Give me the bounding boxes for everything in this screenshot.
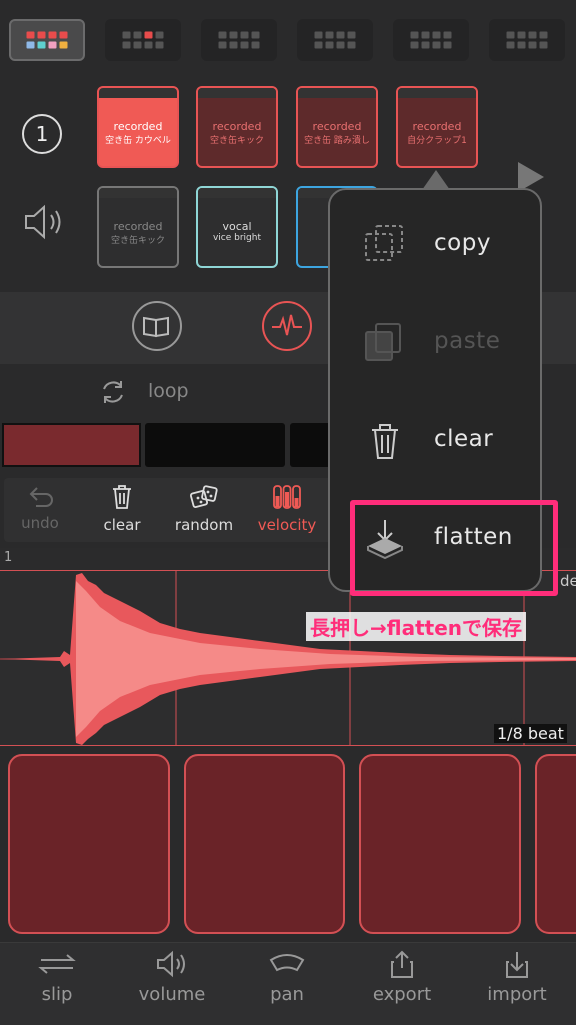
pattern-grid-icon bbox=[218, 31, 260, 49]
track-number: 1 bbox=[35, 122, 49, 146]
menu-pointer bbox=[422, 170, 450, 190]
pad-marker-bar bbox=[198, 88, 276, 98]
pad-marker-bar bbox=[99, 88, 177, 98]
sample-pad-3[interactable]: recorded 空き缶 踏み潰し bbox=[296, 86, 378, 168]
pattern-grid-icon bbox=[506, 31, 548, 49]
sample-pad-1[interactable]: recorded 空き缶 カウベル bbox=[97, 86, 179, 168]
drum-pad-1[interactable] bbox=[8, 754, 170, 934]
pad-title: vocal bbox=[222, 220, 252, 233]
drum-pad-4[interactable] bbox=[535, 754, 576, 934]
drum-pad-2[interactable] bbox=[184, 754, 345, 934]
undo-label: undo bbox=[21, 514, 59, 532]
pulse-icon bbox=[272, 314, 302, 336]
volume-icon bbox=[157, 950, 185, 978]
waveform-editor[interactable] bbox=[0, 570, 576, 746]
export-button[interactable]: export bbox=[357, 950, 447, 1005]
clear-tool-button[interactable]: clear bbox=[82, 484, 162, 534]
book-icon bbox=[143, 316, 169, 338]
pad-title: recorded bbox=[312, 120, 362, 133]
pad-subtitle: 自分クラップ1 bbox=[407, 136, 467, 146]
pattern-tab-1[interactable] bbox=[9, 19, 85, 61]
pattern-tab-4[interactable] bbox=[297, 19, 373, 61]
slip-button[interactable]: slip bbox=[12, 950, 102, 1005]
pad-subtitle: 空き缶 カウベル bbox=[105, 136, 171, 146]
pattern-bar-1[interactable] bbox=[2, 423, 141, 467]
trash-icon bbox=[372, 424, 398, 459]
edge-label: de bbox=[560, 572, 576, 590]
sample-pad-4[interactable]: recorded 自分クラップ1 bbox=[396, 86, 478, 168]
import-label: import bbox=[487, 984, 547, 1005]
waveform-button[interactable] bbox=[262, 301, 312, 351]
pad-title: recorded bbox=[113, 220, 163, 233]
pad-marker-bar bbox=[99, 188, 177, 198]
sample-pad-6[interactable]: vocal vice bright bbox=[196, 186, 278, 268]
sample-pad-2[interactable]: recorded 空き缶キック bbox=[196, 86, 278, 168]
flatten-highlight-box bbox=[350, 500, 558, 596]
pad-subtitle: 空き缶キック bbox=[110, 236, 165, 246]
undo-icon bbox=[29, 487, 53, 507]
pad-title: recorded bbox=[412, 120, 462, 133]
library-button[interactable] bbox=[132, 301, 182, 351]
pattern-bar-2[interactable] bbox=[145, 423, 285, 467]
velocity-icon bbox=[273, 485, 301, 509]
trash-icon bbox=[113, 485, 131, 509]
menu-item-clear[interactable]: clear bbox=[330, 400, 540, 480]
pattern-tab-6[interactable] bbox=[489, 19, 565, 61]
pad-title: recorded bbox=[113, 120, 163, 133]
menu-label-copy: copy bbox=[434, 230, 491, 256]
undo-button[interactable]: undo bbox=[0, 484, 80, 532]
menu-label-clear: clear bbox=[434, 426, 494, 452]
track-number-button[interactable]: 1 bbox=[22, 114, 62, 154]
speaker-icon[interactable] bbox=[22, 202, 66, 246]
menu-label-paste: paste bbox=[434, 328, 501, 354]
import-icon bbox=[506, 952, 528, 978]
dice-icon bbox=[189, 485, 218, 509]
velocity-button[interactable]: velocity bbox=[247, 484, 327, 534]
annotation-text: 長押し→flattenで保存 bbox=[306, 612, 527, 641]
velocity-label: velocity bbox=[257, 516, 317, 534]
random-label: random bbox=[174, 516, 234, 534]
volume-button[interactable]: volume bbox=[127, 950, 217, 1005]
paste-icon bbox=[365, 323, 401, 361]
pattern-grid-icon bbox=[26, 31, 68, 49]
pattern-tab-5[interactable] bbox=[393, 19, 469, 61]
pan-icon bbox=[269, 954, 305, 972]
pad-marker-bar bbox=[198, 188, 276, 198]
pattern-grid-icon bbox=[314, 31, 356, 49]
copy-icon bbox=[365, 225, 403, 261]
sample-pad-5[interactable]: recorded 空き缶キック bbox=[97, 186, 179, 268]
pad-subtitle: vice bright bbox=[212, 233, 262, 243]
slip-label: slip bbox=[41, 984, 73, 1005]
menu-item-paste: paste bbox=[330, 302, 540, 382]
beat-label: 1/8 beat bbox=[494, 724, 567, 743]
random-button[interactable]: random bbox=[164, 484, 244, 534]
pan-button[interactable]: pan bbox=[242, 950, 332, 1005]
export-icon bbox=[391, 950, 413, 978]
pan-label: pan bbox=[270, 984, 304, 1005]
drum-pad-3[interactable] bbox=[359, 754, 521, 934]
loop-icon[interactable] bbox=[97, 376, 129, 412]
pad-marker-bar bbox=[298, 88, 376, 98]
slip-icon bbox=[38, 954, 76, 974]
pad-title: recorded bbox=[212, 120, 262, 133]
pattern-grid-icon bbox=[410, 31, 452, 49]
pad-marker-bar bbox=[398, 88, 476, 98]
waveform-graphic bbox=[0, 571, 576, 745]
menu-item-copy[interactable]: copy bbox=[330, 204, 540, 284]
clear-tool-label: clear bbox=[103, 516, 141, 534]
export-label: export bbox=[372, 984, 432, 1005]
pattern-grid-icon bbox=[122, 31, 164, 49]
loop-label: loop bbox=[148, 380, 189, 402]
pad-subtitle: 空き缶キック bbox=[209, 136, 264, 146]
pattern-tab-3[interactable] bbox=[201, 19, 277, 61]
ruler-start-label: 1 bbox=[4, 550, 13, 565]
import-button[interactable]: import bbox=[472, 950, 562, 1005]
pattern-tab-2[interactable] bbox=[105, 19, 181, 61]
pad-subtitle: 空き缶 踏み潰し bbox=[304, 136, 370, 146]
volume-label: volume bbox=[138, 984, 206, 1005]
